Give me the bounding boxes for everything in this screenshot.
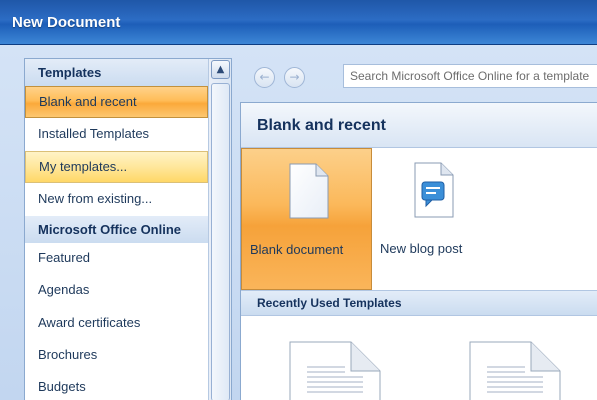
sidebar-header-office-online: Microsoft Office Online <box>25 216 208 243</box>
scroll-thumb[interactable] <box>211 83 230 400</box>
recently-used-header: Recently Used Templates <box>241 290 597 316</box>
sidebar-item-blank-and-recent[interactable]: Blank and recent <box>25 86 208 118</box>
template-category-list: Templates Blank and recent Installed Tem… <box>24 58 232 400</box>
back-button[interactable]: ← <box>254 67 275 88</box>
sidebar-item-installed-templates[interactable]: Installed Templates <box>25 119 208 151</box>
sidebar-header-templates: Templates <box>25 59 208 86</box>
sidebar-item-new-from-existing[interactable]: New from existing... <box>25 184 208 216</box>
forward-arrow-icon: → <box>289 70 300 84</box>
blog-post-icon <box>414 162 454 218</box>
blank-document-tile[interactable]: Blank document <box>241 148 372 290</box>
sidebar-item-brochures[interactable]: Brochures <box>25 340 208 372</box>
sidebar-item-agendas[interactable]: Agendas <box>25 275 208 307</box>
scroll-up-button[interactable]: ▲ <box>211 60 230 79</box>
sidebar-item-my-templates[interactable]: My templates... <box>25 151 208 183</box>
forward-button[interactable]: → <box>284 67 305 88</box>
chevron-up-icon: ▲ <box>216 64 225 75</box>
template-preview-area: Blank and recent Blank document New blog… <box>240 102 597 400</box>
new-blog-post-tile[interactable]: New blog post <box>372 148 492 290</box>
recent-template-2-icon[interactable] <box>469 341 561 400</box>
sidebar-item-featured[interactable]: Featured <box>25 243 208 275</box>
sidebar-item-budgets[interactable]: Budgets <box>25 372 208 400</box>
blank-document-label: Blank document <box>250 242 344 257</box>
window-title: New Document <box>12 14 121 31</box>
new-blog-post-label: New blog post <box>380 241 463 256</box>
section-title: Blank and recent <box>241 103 597 148</box>
blank-document-icon <box>289 163 329 219</box>
sidebar-item-award-certificates[interactable]: Award certificates <box>25 308 208 340</box>
recent-template-1-icon[interactable] <box>289 341 381 400</box>
sidebar-scrollbar[interactable]: ▲ <box>208 59 231 400</box>
title-bar: New Document <box>0 0 597 45</box>
search-input[interactable] <box>343 64 597 88</box>
back-arrow-icon: ← <box>259 70 270 84</box>
